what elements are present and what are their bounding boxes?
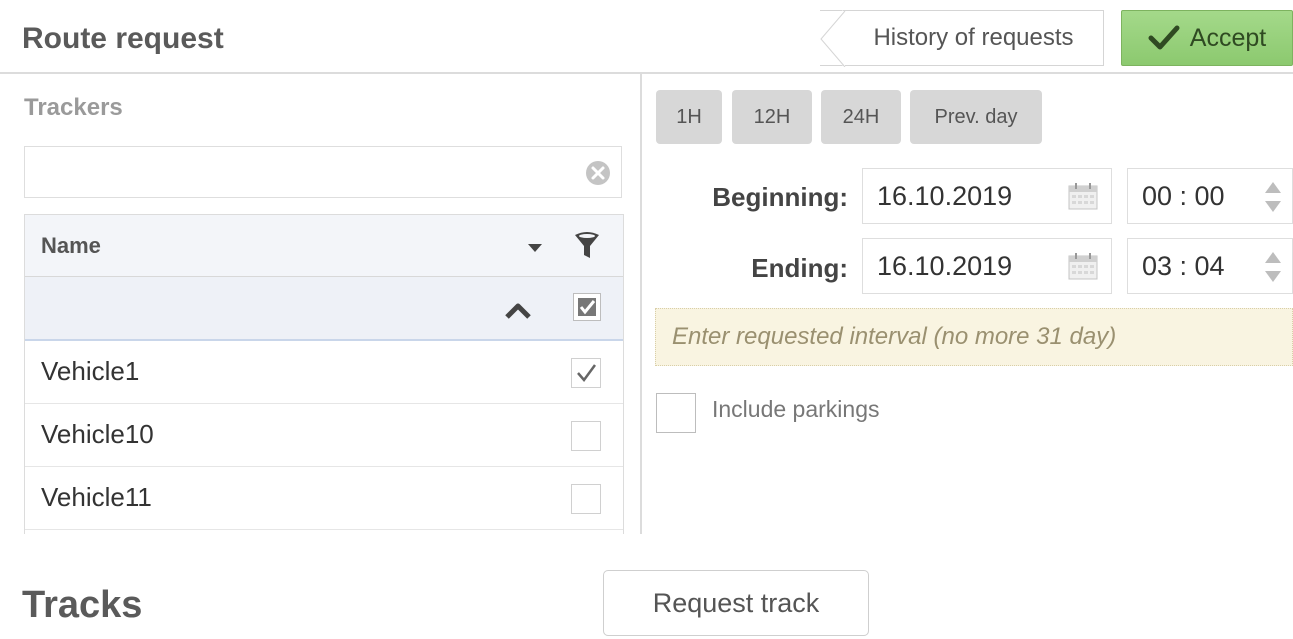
accept-button[interactable]: Accept (1121, 10, 1293, 66)
beginning-date-field[interactable]: 16.10.2019 (862, 168, 1112, 224)
ending-date-field[interactable]: 16.10.2019 (862, 238, 1112, 294)
filter-icon[interactable] (573, 231, 601, 261)
tracker-search-box (24, 146, 622, 198)
tracker-checkbox[interactable] (571, 358, 601, 388)
include-parkings-label[interactable]: Include parkings (712, 396, 880, 423)
beginning-label: Beginning: (712, 182, 848, 212)
table-row[interactable]: Vehicle11 (25, 468, 623, 530)
ending-label: Ending: (751, 253, 848, 283)
tracker-checkbox[interactable] (571, 421, 601, 451)
ending-time-field[interactable]: 03 : 04 (1127, 238, 1293, 294)
interval-hint: Enter requested interval (no more 31 day… (655, 308, 1293, 366)
time-spinner-icon[interactable] (1262, 249, 1284, 285)
name-column-header[interactable]: Name (41, 233, 101, 259)
quick-12h-button[interactable]: 12H (732, 90, 812, 144)
calendar-icon[interactable] (1067, 181, 1099, 211)
quick-24h-button[interactable]: 24H (821, 90, 901, 144)
partial-check-icon (578, 298, 596, 316)
history-of-requests-label: History of requests (873, 24, 1074, 51)
interval-hint-text: Enter requested interval (no more 31 day… (672, 323, 1117, 350)
ending-time-value: 03 : 04 (1142, 251, 1225, 281)
clear-search-icon[interactable] (585, 160, 611, 186)
tracker-checkbox[interactable] (571, 484, 601, 514)
route-request-header: Route request History of requests Accept (0, 0, 1293, 74)
tracker-name: Vehicle1 (41, 356, 140, 386)
include-parkings-checkbox[interactable] (656, 393, 696, 433)
beginning-date-value: 16.10.2019 (877, 181, 1013, 211)
tracks-title: Tracks (22, 584, 143, 626)
ending-date-value: 16.10.2019 (877, 251, 1013, 281)
history-of-requests-button[interactable]: History of requests (819, 10, 1104, 67)
tracker-name: Vehicle10 (41, 419, 154, 449)
calendar-icon[interactable] (1067, 251, 1099, 281)
checkmark-icon (577, 364, 597, 383)
quick-1h-button[interactable]: 1H (656, 90, 722, 144)
select-all-checkbox[interactable] (573, 293, 601, 321)
beginning-time-value: 00 : 00 (1142, 181, 1225, 211)
back-arrow-shape (820, 11, 846, 67)
page-title: Route request (22, 22, 224, 55)
panel-divider (640, 74, 642, 534)
trackers-label: Trackers (24, 94, 123, 121)
checkmark-icon (1148, 25, 1180, 50)
quick-prev-day-button[interactable]: Prev. day (910, 90, 1042, 144)
table-row[interactable]: Vehicle1 (25, 342, 623, 404)
beginning-time-field[interactable]: 00 : 00 (1127, 168, 1293, 224)
sort-down-icon[interactable] (525, 237, 545, 257)
tracker-name: Vehicle11 (41, 482, 152, 512)
select-all-row (25, 277, 623, 341)
trackers-table: Name Vehicle1 Vehicle10 Vehicle11 (24, 214, 624, 534)
table-header-row: Name (25, 215, 623, 277)
tracker-search-input[interactable] (25, 147, 565, 197)
accept-label: Accept (1189, 23, 1267, 52)
time-spinner-icon[interactable] (1262, 179, 1284, 215)
table-row[interactable]: Vehicle10 (25, 405, 623, 467)
request-track-button[interactable]: Request track (603, 570, 869, 636)
chevron-up-icon[interactable] (503, 299, 533, 321)
